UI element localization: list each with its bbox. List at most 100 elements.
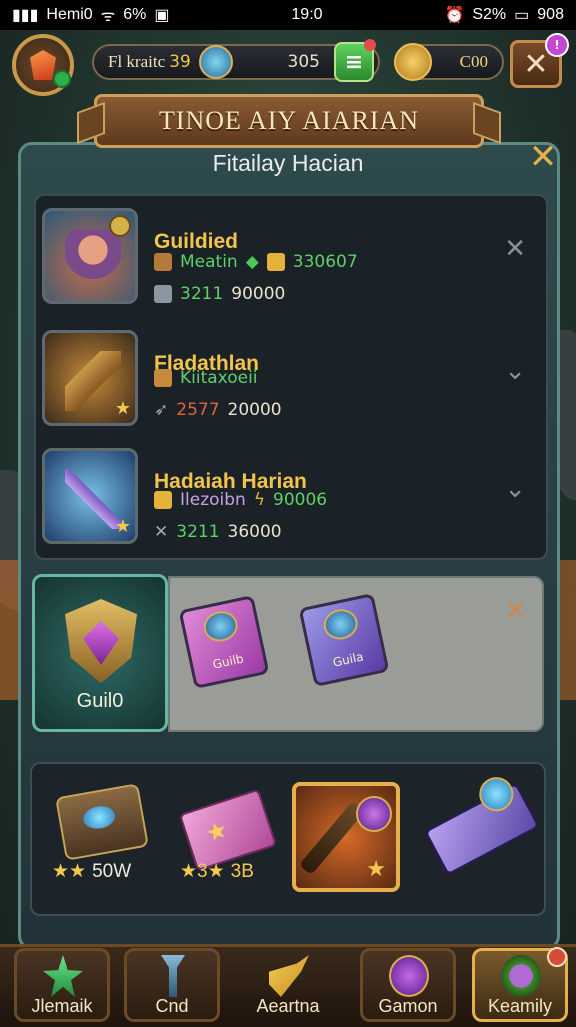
stat-label: Ilezoibn [180,490,246,510]
wood-icon [154,369,172,387]
close-icon: ✕ [523,46,549,82]
book-gem-icon [200,608,241,645]
item-stat-line: 3211 90000 [154,284,285,304]
staff-figure [65,469,121,529]
gem-icon [198,45,233,79]
player-label: Fl kraitc [108,52,166,71]
guild-close-button[interactable]: ✕ [504,594,527,627]
gold-coin-icon [394,43,432,81]
item-value: 3B [230,860,254,882]
item-value: 50W [92,860,132,882]
warrior-portrait-icon [42,208,138,304]
gold-block-icon [266,253,285,271]
battery-percent: S2% [472,6,507,23]
status-time: 19:0 [291,6,323,23]
gem-small-icon: ◆ [245,252,259,272]
hammer-icon: ★ [42,330,138,426]
staff-icon: ★ [42,448,138,544]
signal-icon: ▮▮▮ [12,7,39,24]
carrier-label: Hemi0 [46,6,93,23]
stat-value: 330607 [292,252,358,272]
lightning-icon: ϟ [253,490,266,510]
wifi-icon: ᯤ [100,8,116,25]
sword-small-icon: ✕ [154,522,169,542]
star-icon: ★ [114,516,131,537]
item-stat-line: Ilezoibn ϟ 90006 [154,490,327,510]
star-icon: ★ [114,398,131,419]
list-item[interactable]: Guildied Meatin ◆ 330607 3211 90000 ✕ [42,208,542,312]
gem-count: 305 [287,52,320,72]
nav-item-jlemaik[interactable]: Jlemaik [14,948,110,1022]
notification-badge [364,39,376,51]
guild-label: Guil0 [76,690,124,712]
expand-item-button[interactable]: ⌄ [504,474,526,504]
panel-subtitle: Fitailay Hacian [212,150,364,176]
orb-icon [389,955,429,997]
list-item[interactable]: ★ Fladathlan Kiitaxoeii ➶ 2577 20000 ⌄ [42,330,542,434]
item-stat-line: Kiitaxoeii [154,368,258,388]
star-icon: ★ [202,814,232,849]
book-gem-icon [320,606,361,643]
star-icon: ★ [366,857,386,882]
gold-count: C00 [459,52,488,71]
nav-item-aeartna[interactable]: Aeartna [240,948,336,1022]
menu-icon: ≡ [344,49,364,75]
item-name: Guildied [154,230,238,253]
stat-value: 3211 [180,284,224,304]
stat-value: 90006 [273,490,328,510]
item-stat-line: Meatin ◆ 330607 [154,252,358,272]
online-indicator [53,70,71,88]
add-gems-button[interactable]: ≡ [334,39,376,82]
family-icon [501,955,541,997]
remove-item-button[interactable]: ✕ [504,234,526,264]
rank-icon [109,215,131,237]
stat-value: 3211 [176,522,220,542]
top-hud: Fl kraitc 39 305 ≡ C00 ✕ ! [0,30,576,98]
hammer-figure [65,351,121,411]
banner-title: TINOE AIY AIARIAN [158,106,420,135]
title-banner: TINOE AIY AIARIAN [94,94,484,148]
close-button[interactable]: ✕ ! [510,33,569,88]
battery-icon: ▭ [514,7,530,24]
guild-emblem-button[interactable]: Guil0 [32,574,168,732]
stat-value: 36000 [227,522,282,542]
spellbook-pink-button[interactable]: Guilb [178,594,270,690]
wifi-percent: 6% [123,6,147,23]
nav-label: Aeartna [256,996,320,1016]
status-bar: ▮▮▮ Hemi0 ᯤ 6% ▣ 19:0 ⏰ S2% ▭ 908 [0,0,576,30]
player-num: 39 [169,52,191,72]
nav-item-gamon[interactable]: Gamon [360,948,456,1022]
iron-icon [154,285,172,303]
shield-gem-icon [30,50,56,80]
list-item[interactable]: ★ Hadaiah Harian Ilezoibn ϟ 90006 ✕ 3211… [42,448,542,552]
expand-item-button[interactable]: ⌄ [504,356,526,386]
book-label: Guilb [211,651,245,672]
nav-label: Cnd [155,996,189,1016]
close-badge: ! [545,33,569,57]
player-crest-button[interactable] [12,34,74,96]
crossed-axes-icon[interactable]: ✕ [524,137,562,177]
nav-item-keamily[interactable]: Keamily [472,947,568,1022]
spellbook-purple-button[interactable]: Guila [298,592,390,688]
item-rating: ★★ 50W [52,860,131,883]
notification-icon: ▣ [154,7,170,24]
stat-value: 90000 [231,284,286,304]
orb-icon [81,803,117,832]
alarm-icon: ⏰ [444,7,465,24]
star-icon: ★★ [52,861,87,882]
item-rating: ★3★ 3B [180,860,254,883]
book-label: Guila [331,649,365,670]
item-stat-line: ➶ 2577 20000 [154,400,282,420]
nav-label: Jlemaik [31,996,93,1016]
orb-icon [356,796,392,832]
nav-label: Keamily [487,996,553,1016]
nav-label: Gamon [378,996,438,1016]
nav-item-cnd[interactable]: Cnd [124,948,220,1022]
magic-wand-selected-button[interactable]: ★ [292,782,400,892]
sword-small-icon: ➶ [154,400,169,420]
warrior-figure [65,229,121,289]
stat-value: 2577 [176,400,220,420]
status-right-value: 908 [537,6,564,23]
sword-icon [269,955,309,997]
item-stat-line: ✕ 3211 36000 [154,522,282,542]
